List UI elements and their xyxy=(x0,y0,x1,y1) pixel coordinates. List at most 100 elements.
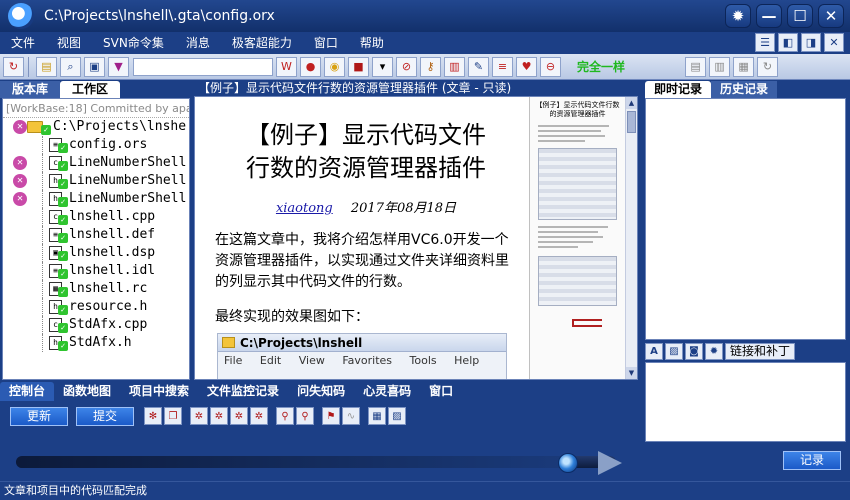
record-icon[interactable]: ● xyxy=(300,56,321,77)
tree-file-row[interactable]: ≡ ✓ config.ors xyxy=(3,136,189,154)
redo-icon[interactable]: ↻ xyxy=(757,56,779,77)
menu-window[interactable]: 窗口 xyxy=(303,32,349,54)
article-author-link[interactable]: xiaotong xyxy=(276,201,333,216)
tree-file-row[interactable]: ✕ h ✓ LineNumberShell xyxy=(3,172,189,190)
save-icon[interactable]: ▣ xyxy=(84,56,105,77)
net-4-icon[interactable]: ✲ xyxy=(250,407,268,425)
list-red-icon[interactable]: ≡ xyxy=(492,56,513,77)
tab-history-record[interactable]: 历史记录 xyxy=(711,81,778,98)
mdi-close-icon[interactable]: ✕ xyxy=(824,33,844,52)
record-input[interactable] xyxy=(645,362,846,442)
scroll-thumb[interactable] xyxy=(627,111,636,133)
tab-repository[interactable]: 版本库 xyxy=(0,81,61,98)
copy-icon[interactable]: ❐ xyxy=(164,407,182,425)
link-patch-button[interactable]: 链接和补丁 xyxy=(725,342,796,360)
zoom-icon[interactable]: ⊖ xyxy=(540,56,561,77)
find-red-icon[interactable]: ⊘ xyxy=(396,56,417,77)
key-icon[interactable]: ⚷ xyxy=(420,56,441,77)
edit-icon[interactable]: ✎ xyxy=(468,56,489,77)
commit-button[interactable]: 提交 xyxy=(76,407,134,426)
picture-icon[interactable]: ▨ xyxy=(388,407,406,425)
screenshot-menu-tools: Tools xyxy=(409,354,437,367)
menu-file[interactable]: 文件 xyxy=(0,32,46,54)
snowflake-icon[interactable]: ✻ xyxy=(144,407,162,425)
tree-file-row[interactable]: ✕ h ✓ LineNumberShell xyxy=(3,190,189,208)
minimap-title: 【例子】显示代码文件行数的资源管理器插件 xyxy=(535,101,620,118)
tree-file-row[interactable]: c ✓ StdAfx.cpp xyxy=(3,316,189,334)
article-title: 【例子】显示代码文件 行数的资源管理器插件 xyxy=(215,119,517,185)
update-button[interactable]: 更新 xyxy=(10,407,68,426)
menu-svn[interactable]: SVN命令集 xyxy=(92,32,175,54)
document-minimap[interactable]: 【例子】显示代码文件行数的资源管理器插件 xyxy=(529,97,625,379)
tree-file-row[interactable]: ▣ ✓ lnshell.dsp xyxy=(3,244,189,262)
merge-icon[interactable]: ▦ xyxy=(733,56,755,77)
tab-console[interactable]: 控制台 xyxy=(0,381,55,401)
menu-view[interactable]: 视图 xyxy=(46,32,92,54)
layout-list-icon[interactable]: ☰ xyxy=(755,33,775,52)
mdi-controls: ☰ ◧ ◨ ✕ xyxy=(755,33,844,52)
tab-project-search[interactable]: 项目中搜索 xyxy=(120,382,198,401)
bookmark-icon[interactable]: ♥ xyxy=(516,56,537,77)
tree-file-row[interactable]: h ✓ resource.h xyxy=(3,298,189,316)
tab-function-map[interactable]: 函数地图 xyxy=(54,382,120,401)
net-3-icon[interactable]: ✲ xyxy=(230,407,248,425)
tree-root[interactable]: ✕ ✓ C:\Projects\lnshe xyxy=(3,118,189,136)
close-button[interactable]: ✕ xyxy=(818,4,844,28)
tab-instant-record[interactable]: 即时记录 xyxy=(645,81,712,98)
calendar-icon[interactable]: ▦ xyxy=(368,407,386,425)
menu-geek[interactable]: 极客超能力 xyxy=(221,32,303,54)
tree-file-row[interactable]: h ✓ StdAfx.h xyxy=(3,334,189,352)
tab-window[interactable]: 窗口 xyxy=(420,382,462,401)
web-icon[interactable]: W xyxy=(276,56,297,77)
dropdown-icon[interactable]: ▾ xyxy=(372,56,393,77)
scroll-up-icon[interactable]: ▲ xyxy=(626,97,637,109)
badge-icon[interactable]: ◉ xyxy=(324,56,345,77)
toolbar-input-area[interactable] xyxy=(133,57,273,76)
tab-file-monitor[interactable]: 文件监控记录 xyxy=(198,382,288,401)
tree-file-row[interactable]: ▦ ✓ lnshell.rc xyxy=(3,280,189,298)
search-icon[interactable]: ⌕ xyxy=(60,56,81,77)
flag-icon[interactable]: ⚑ xyxy=(322,407,340,425)
tab-wenshi[interactable]: 问失知码 xyxy=(288,382,354,401)
tree-root-label: C:\Projects\lnshe xyxy=(53,119,187,134)
search-people-2-icon[interactable]: ⚲ xyxy=(296,407,314,425)
dock-left-icon[interactable]: ◧ xyxy=(778,33,798,52)
progress-knob[interactable] xyxy=(558,453,578,473)
menu-help[interactable]: 帮助 xyxy=(349,32,395,54)
box-icon[interactable]: ■ xyxy=(348,56,369,77)
document-scrollbar[interactable]: ▲ ▼ xyxy=(625,97,637,379)
app-logo-icon xyxy=(8,3,34,29)
search-people-icon[interactable]: ⚲ xyxy=(276,407,294,425)
screenshot-menu-file: File xyxy=(224,354,243,367)
maximize-button[interactable]: ☐ xyxy=(787,4,813,28)
camera-icon[interactable]: ◙ xyxy=(685,342,703,360)
filter-icon[interactable]: ▼ xyxy=(108,56,129,77)
menu-message[interactable]: 消息 xyxy=(175,32,221,54)
font-icon[interactable]: A xyxy=(645,342,663,360)
tab-xinling[interactable]: 心灵喜码 xyxy=(354,382,420,401)
refresh-icon[interactable]: ↻ xyxy=(3,56,24,77)
instant-record-log[interactable] xyxy=(645,98,846,340)
net-2-icon[interactable]: ✲ xyxy=(210,407,228,425)
image-icon[interactable]: ▨ xyxy=(665,342,683,360)
tree-file-row[interactable]: c ✓ lnshell.cpp xyxy=(3,208,189,226)
record-button[interactable]: 记录 xyxy=(783,451,841,470)
scroll-down-icon[interactable]: ▼ xyxy=(626,367,637,379)
dock-right-icon[interactable]: ◨ xyxy=(801,33,821,52)
tree-connector xyxy=(42,136,43,154)
split-icon[interactable]: ▤ xyxy=(685,56,707,77)
tree-file-row[interactable]: ≡ ✓ lnshell.def xyxy=(3,226,189,244)
doc-icon[interactable]: ▥ xyxy=(444,56,465,77)
document-header: 【例子】显示代码文件行数的资源管理器插件 (文章 - 只读) xyxy=(194,80,638,96)
columns-icon[interactable]: ▥ xyxy=(709,56,731,77)
gear-icon[interactable]: ✹ xyxy=(705,342,723,360)
check-icon: ✓ xyxy=(58,161,68,171)
tree-file-row[interactable]: ✕ c ✓ LineNumberShell xyxy=(3,154,189,172)
net-1-icon[interactable]: ✲ xyxy=(190,407,208,425)
tree-file-row[interactable]: ≡ ✓ lnshell.idl xyxy=(3,262,189,280)
wave-icon[interactable]: ∿ xyxy=(342,407,360,425)
minimize-button[interactable]: — xyxy=(756,4,782,28)
tab-workspace[interactable]: 工作区 xyxy=(60,81,121,98)
settings-gear-icon[interactable]: ✹ xyxy=(725,4,751,28)
open-folder-icon[interactable]: ▤ xyxy=(36,56,57,77)
